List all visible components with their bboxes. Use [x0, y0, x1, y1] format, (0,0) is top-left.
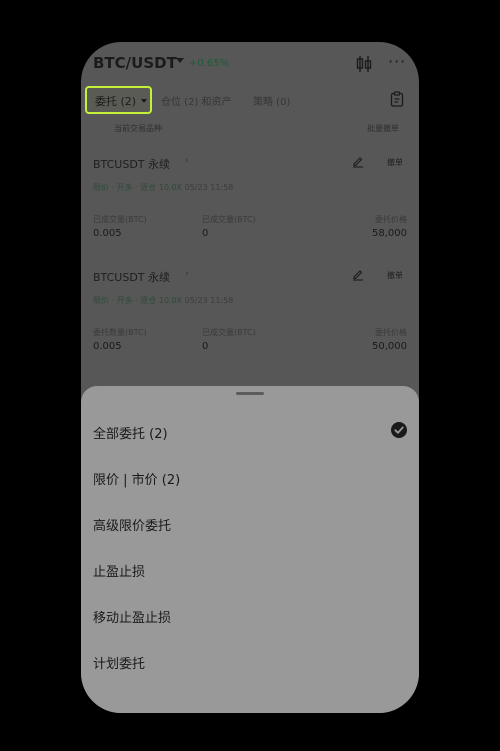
price-value: 50,000: [372, 341, 407, 352]
order-symbol[interactable]: BTCUSDT 永续: [93, 156, 170, 172]
price-value: 58,000: [372, 228, 407, 239]
option-limit-market[interactable]: 限价 | 市价 (2): [93, 469, 180, 488]
order-time: 05/23 11:58: [184, 296, 234, 305]
candlestick-icon[interactable]: [356, 55, 372, 73]
tab-orders-label: 委托 (2): [95, 95, 137, 108]
order-symbol[interactable]: BTCUSDT 永续: [93, 269, 170, 285]
current-symbol-filter[interactable]: 当前交易品种: [114, 123, 162, 134]
price-change: +0.65%: [189, 58, 230, 69]
clipboard-icon[interactable]: [390, 91, 404, 107]
order-tags: 限价 · 开多 · 逐仓 10.0X 05/23 11:58: [93, 295, 233, 306]
order-card: BTCUSDT 永续 › 撤单 限价 · 开多 · 逐仓 10.0X 05/23…: [81, 156, 419, 256]
cancel-order-button[interactable]: 撤单: [387, 157, 403, 168]
more-icon[interactable]: ···: [388, 54, 406, 70]
option-tp-sl[interactable]: 止盈止损: [93, 561, 145, 580]
sheet-drag-handle[interactable]: [236, 392, 264, 395]
trading-pair[interactable]: BTC/USDT: [93, 54, 177, 72]
order-time: 05/23 11:58: [184, 183, 234, 192]
quantity-label: 已成交量(BTC): [93, 215, 147, 224]
quantity-value: 0.005: [93, 228, 122, 239]
tab-positions[interactable]: 仓位 (2) 和资产: [161, 93, 232, 108]
chevron-right-icon[interactable]: ›: [185, 269, 189, 279]
phone-screen: BTC/USDT +0.65% ··· 委托 (2) 仓位 (2) 和资产 策略…: [81, 42, 419, 713]
chevron-down-icon: [141, 99, 147, 103]
tab-strategies[interactable]: 策略 (0): [253, 93, 290, 108]
filled-value: 0: [202, 341, 209, 352]
chevron-down-icon[interactable]: [176, 58, 184, 63]
tab-orders[interactable]: 委托 (2): [85, 86, 152, 114]
filled-label: 已成交量(BTC): [202, 215, 256, 224]
order-card: BTCUSDT 永续 › 撤单 限价 · 开多 · 逐仓 10.0X 05/23…: [81, 269, 419, 369]
filled-value: 0: [202, 228, 209, 239]
batch-cancel-button[interactable]: 批量撤单: [367, 123, 399, 134]
option-trailing-stop[interactable]: 移动止盈止损: [93, 607, 171, 626]
option-all-orders[interactable]: 全部委托 (2): [93, 423, 168, 442]
chevron-right-icon[interactable]: ›: [185, 156, 189, 166]
header: BTC/USDT +0.65% ···: [81, 42, 419, 86]
order-type: 限价 · 开多 · 逐仓 10.0X: [93, 183, 183, 192]
cancel-order-button[interactable]: 撤单: [387, 270, 403, 281]
price-label: 委托价格: [375, 215, 407, 224]
quantity-label: 委托数量(BTC): [93, 328, 147, 337]
check-icon: [391, 422, 407, 438]
filled-label: 已成交量(BTC): [202, 328, 256, 337]
order-tags: 限价 · 开多 · 逐仓 10.0X 05/23 11:58: [93, 182, 233, 193]
edit-icon[interactable]: [352, 156, 364, 168]
order-type: 限价 · 开多 · 逐仓 10.0X: [93, 296, 183, 305]
price-label: 委托价格: [375, 328, 407, 337]
order-tabs: 委托 (2) 仓位 (2) 和资产 策略 (0): [81, 86, 419, 116]
edit-icon[interactable]: [352, 269, 364, 281]
option-advanced-limit[interactable]: 高级限价委托: [93, 515, 171, 534]
quantity-value: 0.005: [93, 341, 122, 352]
order-filter-sheet: 全部委托 (2) 限价 | 市价 (2) 高级限价委托 止盈止损 移动止盈止损 …: [81, 386, 419, 713]
option-trigger-order[interactable]: 计划委托: [93, 653, 145, 672]
